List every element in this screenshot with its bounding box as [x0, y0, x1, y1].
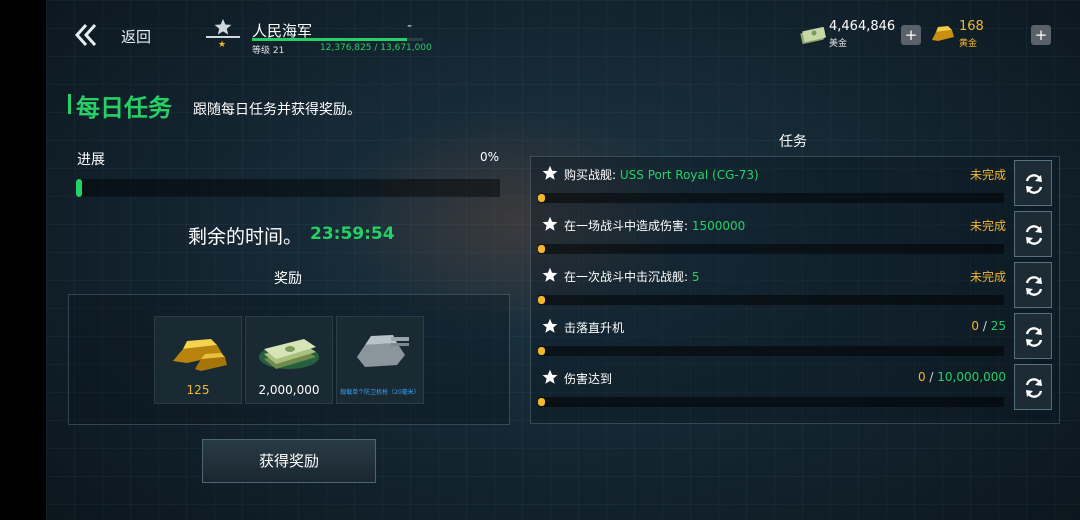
star-icon: [542, 318, 558, 333]
refresh-task-button[interactable]: [1014, 313, 1052, 359]
task-label: 购买战舰: USS Port Royal (CG-73): [564, 166, 759, 183]
name-marker: -: [407, 18, 413, 34]
star-icon: [542, 165, 558, 180]
xp-bar-fill: [252, 38, 407, 41]
remaining-time-label: 剩余的时间。: [188, 226, 303, 248]
gold-bar-icon: [932, 26, 954, 41]
task-row: 伤害达到 0 / 10,000,000: [530, 362, 1010, 410]
rank-stripe: [206, 36, 240, 38]
task-status: 未完成: [969, 219, 1006, 233]
task-row: 在一次战斗中击沉战舰: 5 未完成: [530, 260, 1010, 308]
refresh-task-button[interactable]: [1014, 364, 1052, 410]
task-progress-fill: [538, 398, 545, 406]
page-subtitle: 跟随每日任务并获得奖励。: [193, 102, 361, 118]
xp-text: 12,376,825 / 13,671,000: [320, 43, 432, 53]
gold-bars-icon: [173, 339, 227, 371]
reward-value: 舰载单个防卫机枪（20毫米）: [340, 389, 420, 396]
rank-small-star-icon: ★: [218, 40, 227, 50]
task-progress-bar: [538, 346, 1004, 356]
cash-icon: [800, 27, 826, 44]
task-status: 未完成: [969, 270, 1006, 284]
task-status: 0 / 25: [971, 319, 1006, 333]
task-row: 击落直升机 0 / 25: [530, 311, 1010, 359]
task-target: 1500000: [691, 219, 746, 233]
star-icon: [542, 267, 558, 282]
task-target: USS Port Royal (CG-73): [619, 168, 759, 182]
task-target-count: 25: [990, 319, 1006, 333]
task-progress-bar: [538, 244, 1004, 254]
task-progress-bar: [538, 397, 1004, 407]
task-status: 未完成: [969, 168, 1006, 182]
remaining-time-value: 23:59:54: [310, 224, 395, 244]
refresh-task-button[interactable]: [1014, 262, 1052, 308]
reward-value: 2,000,000: [258, 383, 320, 397]
money-value: 4,464,846: [829, 19, 896, 34]
swap-arrows-icon: [1025, 378, 1043, 398]
back-button[interactable]: 返回: [121, 26, 151, 47]
task-target-count: 10,000,000: [937, 370, 1006, 384]
task-label: 在一次战斗中击沉战舰: 5: [564, 268, 700, 285]
task-separator: /: [925, 370, 938, 384]
star-icon: [542, 216, 558, 231]
progress-percent: 0%: [480, 150, 500, 164]
task-status: 0 / 10,000,000: [918, 370, 1006, 384]
progress-label: 进展: [77, 152, 105, 168]
task-target: 5: [691, 270, 700, 284]
swap-arrows-icon: [1025, 174, 1043, 194]
task-progress-bar: [538, 295, 1004, 305]
claim-reward-button[interactable]: 获得奖励: [202, 439, 376, 483]
gold-value: 168: [959, 19, 984, 34]
task-current: 0: [917, 370, 926, 384]
daily-progress-fill: [76, 179, 82, 197]
tasks-title: 任务: [779, 134, 807, 150]
rank-star-icon: [214, 18, 232, 35]
task-text: 在一场战斗中造成伤害:: [564, 219, 692, 233]
refresh-task-button[interactable]: [1014, 211, 1052, 257]
turret-icon: [357, 335, 409, 367]
reward-card-gold[interactable]: 125: [154, 316, 242, 404]
double-chevron-left-icon[interactable]: [74, 22, 100, 48]
task-progress-bar: [538, 193, 1004, 203]
add-money-button[interactable]: +: [901, 25, 921, 45]
daily-progress-bar: [76, 179, 500, 197]
task-progress-fill: [538, 296, 545, 304]
task-progress-fill: [538, 194, 545, 202]
task-row: 在一场战斗中造成伤害: 1500000 未完成: [530, 209, 1010, 257]
task-progress-fill: [538, 245, 545, 253]
task-label: 伤害达到: [564, 372, 613, 386]
task-row: 购买战舰: USS Port Royal (CG-73) 未完成: [530, 158, 1010, 206]
money-label: 美金: [829, 39, 848, 49]
reward-card-turret[interactable]: 舰载单个防卫机枪（20毫米）: [336, 316, 424, 404]
title-accent-bar: [68, 94, 71, 114]
page-title: 每日任务: [76, 94, 172, 122]
task-label: 击落直升机: [564, 321, 625, 335]
game-screen: 返回 ★ 人民海军 - 等级 21 12,376,825 / 13,671,00…: [46, 0, 1080, 520]
cash-stack-icon: [259, 339, 319, 369]
star-icon: [542, 369, 558, 384]
task-progress-fill: [538, 347, 545, 355]
add-gold-button[interactable]: +: [1031, 25, 1051, 45]
swap-arrows-icon: [1025, 276, 1043, 296]
swap-arrows-icon: [1025, 225, 1043, 245]
reward-card-cash[interactable]: 2,000,000: [245, 316, 333, 404]
gold-label: 黄金: [959, 39, 978, 49]
refresh-task-button[interactable]: [1014, 160, 1052, 206]
task-text: 购买战舰:: [564, 168, 620, 182]
player-level: 等级 21: [252, 46, 285, 56]
swap-arrows-icon: [1025, 327, 1043, 347]
task-text: 在一次战斗中击沉战舰:: [564, 270, 692, 284]
xp-bar: [252, 38, 423, 41]
rewards-title: 奖励: [274, 271, 302, 287]
task-label: 在一场战斗中造成伤害: 1500000: [564, 217, 745, 234]
reward-value: 125: [186, 383, 210, 397]
task-separator: /: [979, 319, 991, 333]
task-current: 0: [971, 319, 980, 333]
